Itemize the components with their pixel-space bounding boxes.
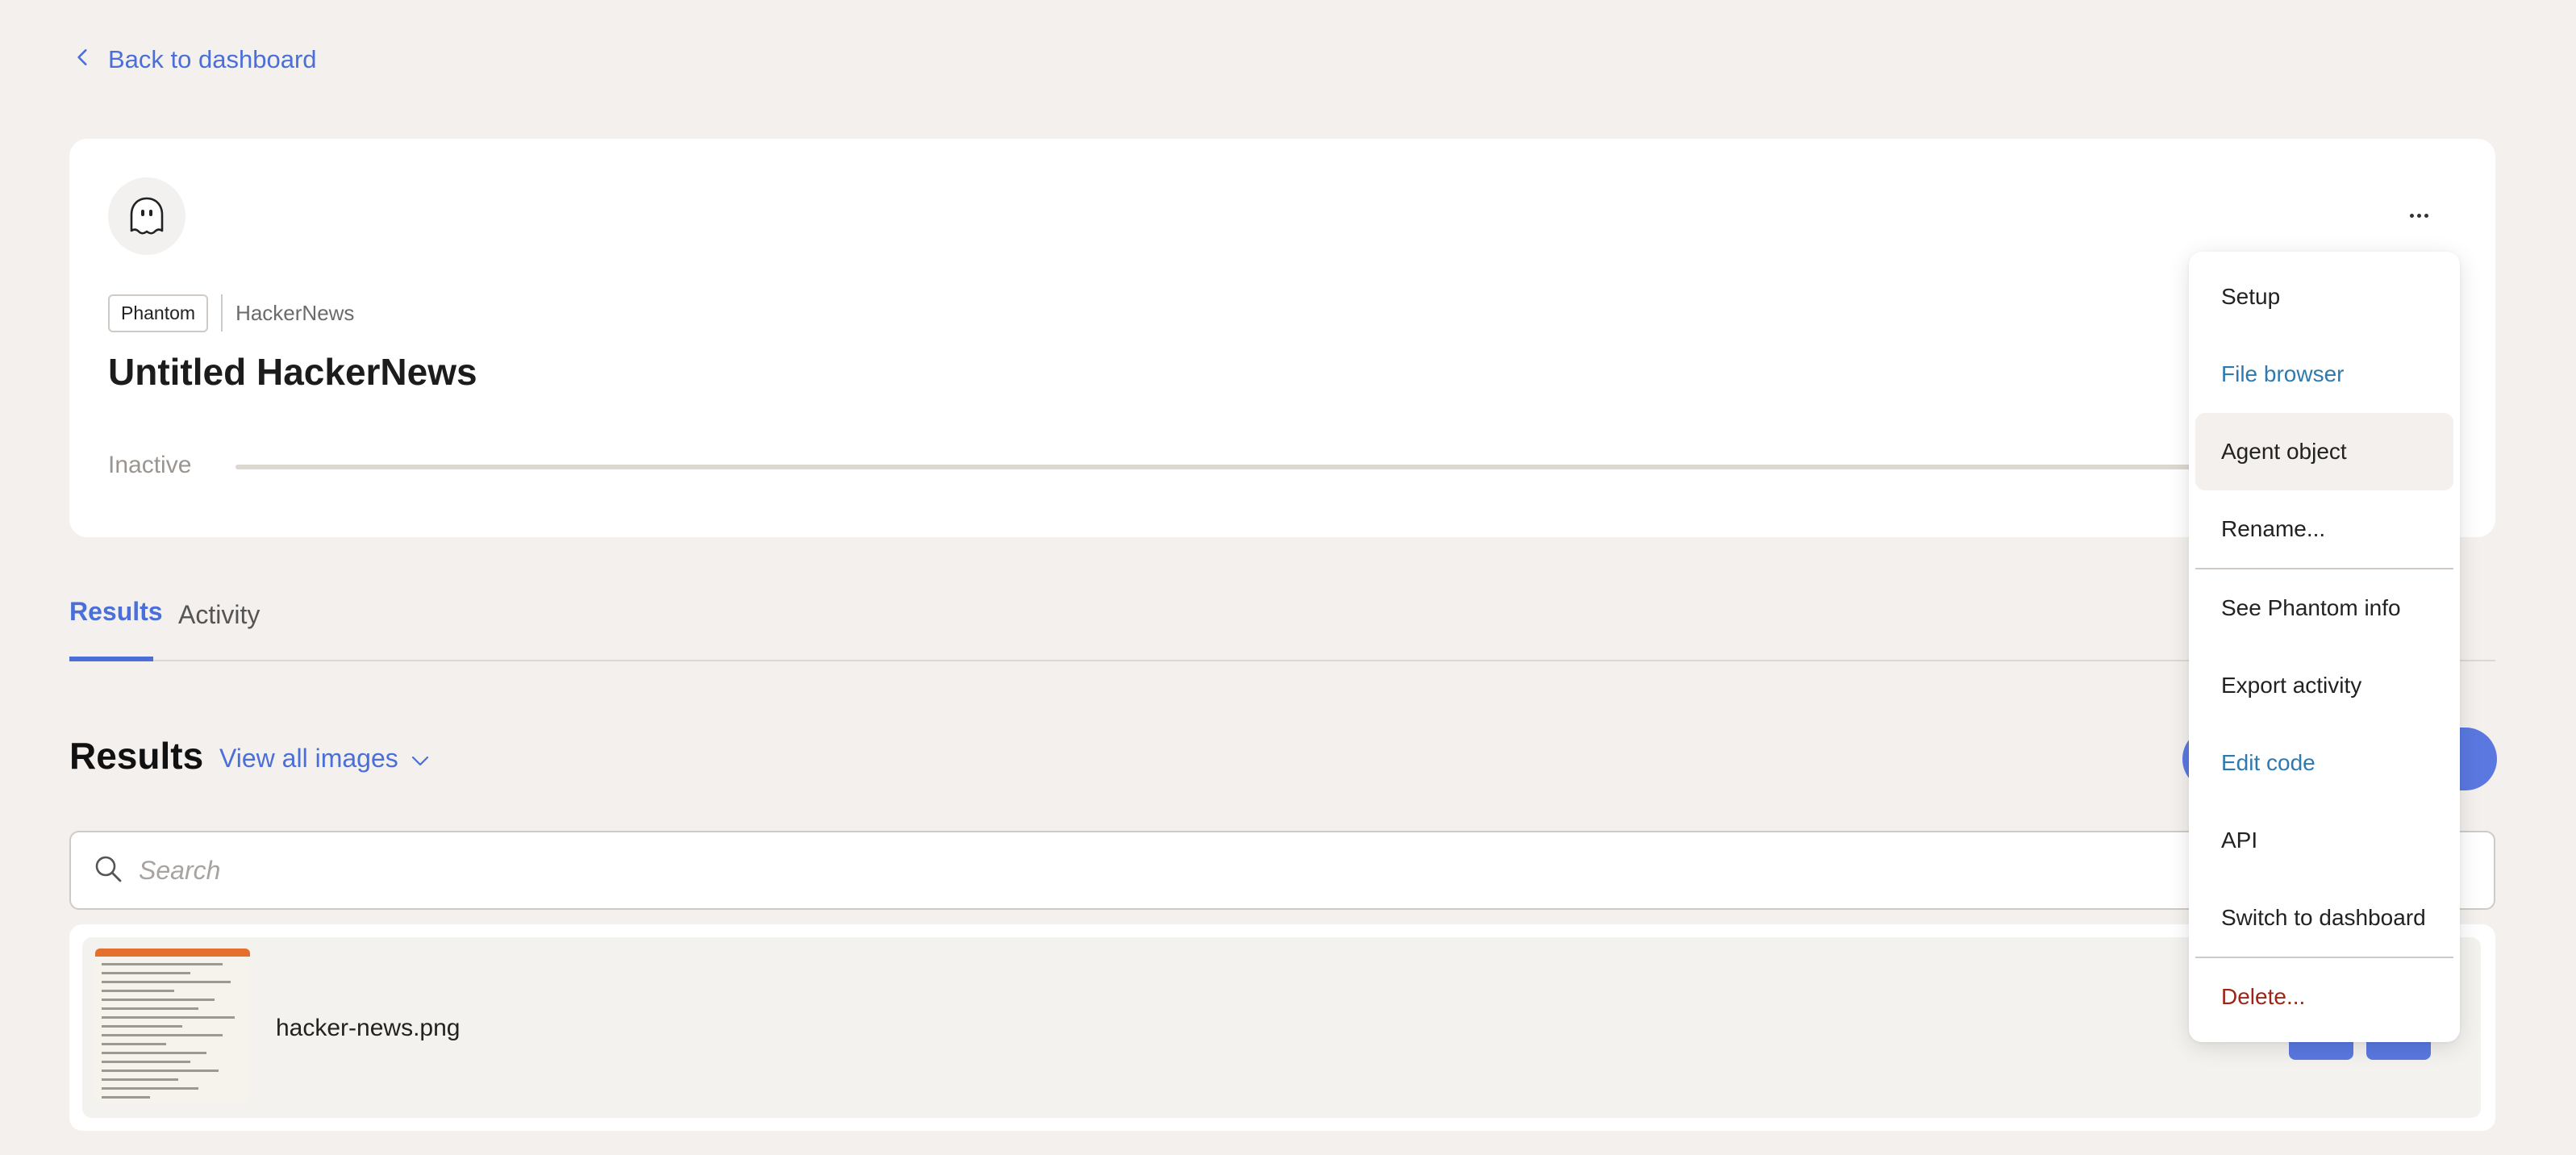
search-icon xyxy=(71,854,123,887)
agent-source: HackerNews xyxy=(236,300,355,325)
menu-item-delete[interactable]: Delete... xyxy=(2195,958,2453,1036)
back-link-label: Back to dashboard xyxy=(108,45,317,73)
results-heading: Results xyxy=(69,735,204,777)
menu-item-see-phantom-info[interactable]: See Phantom info xyxy=(2195,569,2453,647)
menu-item-setup[interactable]: Setup xyxy=(2195,258,2453,336)
more-options-menu: Setup File browser Agent object Rename..… xyxy=(2189,252,2460,1042)
menu-item-agent-object[interactable]: Agent object xyxy=(2195,413,2453,490)
tab-activity[interactable]: Activity xyxy=(178,600,260,630)
menu-item-switch-to-dashboard[interactable]: Switch to dashboard xyxy=(2195,879,2453,957)
menu-item-file-browser[interactable]: File browser xyxy=(2195,336,2453,413)
ghost-icon xyxy=(130,197,164,235)
back-to-dashboard-link[interactable]: Back to dashboard xyxy=(73,45,317,74)
menu-item-api[interactable]: API xyxy=(2195,802,2453,879)
more-options-button[interactable] xyxy=(2400,203,2437,227)
phantom-avatar xyxy=(108,177,185,255)
result-thumbnail[interactable] xyxy=(95,949,250,1103)
menu-item-edit-code[interactable]: Edit code xyxy=(2195,724,2453,802)
status-label: Inactive xyxy=(108,452,192,478)
result-row[interactable]: hacker-news.png xyxy=(82,937,2481,1118)
more-dot-icon xyxy=(2424,213,2428,218)
agent-card: Phantom HackerNews Untitled HackerNews I… xyxy=(69,139,2495,537)
tabs-bar: Results Activity xyxy=(69,589,2495,661)
view-all-label: View all images xyxy=(219,744,398,773)
results-search xyxy=(69,831,2495,910)
menu-item-export-activity[interactable]: Export activity xyxy=(2195,647,2453,724)
result-file-name[interactable]: hacker-news.png xyxy=(276,1015,460,1042)
tab-results[interactable]: Results xyxy=(69,597,163,627)
chevron-down-icon xyxy=(411,744,429,773)
view-all-images-dropdown[interactable]: View all images xyxy=(219,744,429,773)
more-dot-icon xyxy=(2409,213,2414,218)
more-dot-icon xyxy=(2416,213,2421,218)
menu-item-rename[interactable]: Rename... xyxy=(2195,490,2453,568)
results-list: hacker-news.png xyxy=(69,924,2495,1131)
agent-breadcrumb: Phantom HackerNews xyxy=(108,294,354,332)
search-input[interactable] xyxy=(137,854,2395,886)
chevron-left-icon xyxy=(73,45,94,74)
breadcrumb-divider xyxy=(221,294,223,331)
agent-title: Untitled HackerNews xyxy=(108,351,477,393)
status-progress-bar xyxy=(236,465,2284,469)
active-tab-indicator xyxy=(69,657,153,661)
phantom-tag: Phantom xyxy=(108,294,209,332)
